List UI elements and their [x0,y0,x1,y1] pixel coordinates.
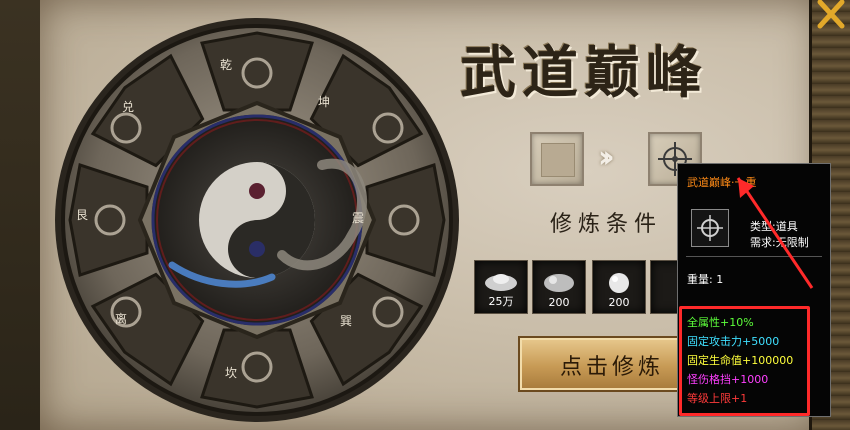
cultivate-button-label: 点击修炼 [560,355,665,380]
trigram-kun: 坤 [318,95,331,109]
material-qty-3: 200 [608,296,630,309]
page-title: 武道巅峰 [460,40,708,106]
trigram-xun: 巽 [340,314,353,328]
pearl-icon [609,273,629,293]
cultivate-button[interactable]: 点击修炼 [518,336,692,392]
trigram-gen: 艮 [76,208,89,222]
double-arrow-icon: ›› [598,140,614,175]
game-window: 乾 坤 震 巽 坎 离 艮 兑 武道巅峰 ›› 修炼条件 25万 200 200… [0,0,850,430]
crosshair-icon [697,215,723,241]
material-slot-1[interactable]: 25万 [474,260,528,314]
trigram-kan: 坎 [225,366,238,380]
current-stage-slot[interactable] [530,132,584,186]
material-slot-3[interactable]: 200 [592,260,646,314]
close-icon[interactable] [812,0,846,30]
material-slot-2[interactable]: 200 [532,260,586,314]
trigram-dui: 兑 [122,100,135,114]
tooltip-weight: 重量: 1 [687,273,724,286]
tooltip-item-icon [691,209,729,247]
annotation-arrow [736,177,814,289]
material-qty-2: 200 [548,296,570,309]
trigram-li: 离 [115,312,128,326]
condition-label: 修炼条件 [550,212,663,237]
trigram-qian: 乾 [220,58,233,72]
bagua-wheel [55,18,459,422]
annotation-highlight-box [679,306,810,416]
material-qty-1: 25万 [488,295,514,308]
trigram-zhen: 震 [352,211,365,225]
ore-icon [544,274,574,292]
